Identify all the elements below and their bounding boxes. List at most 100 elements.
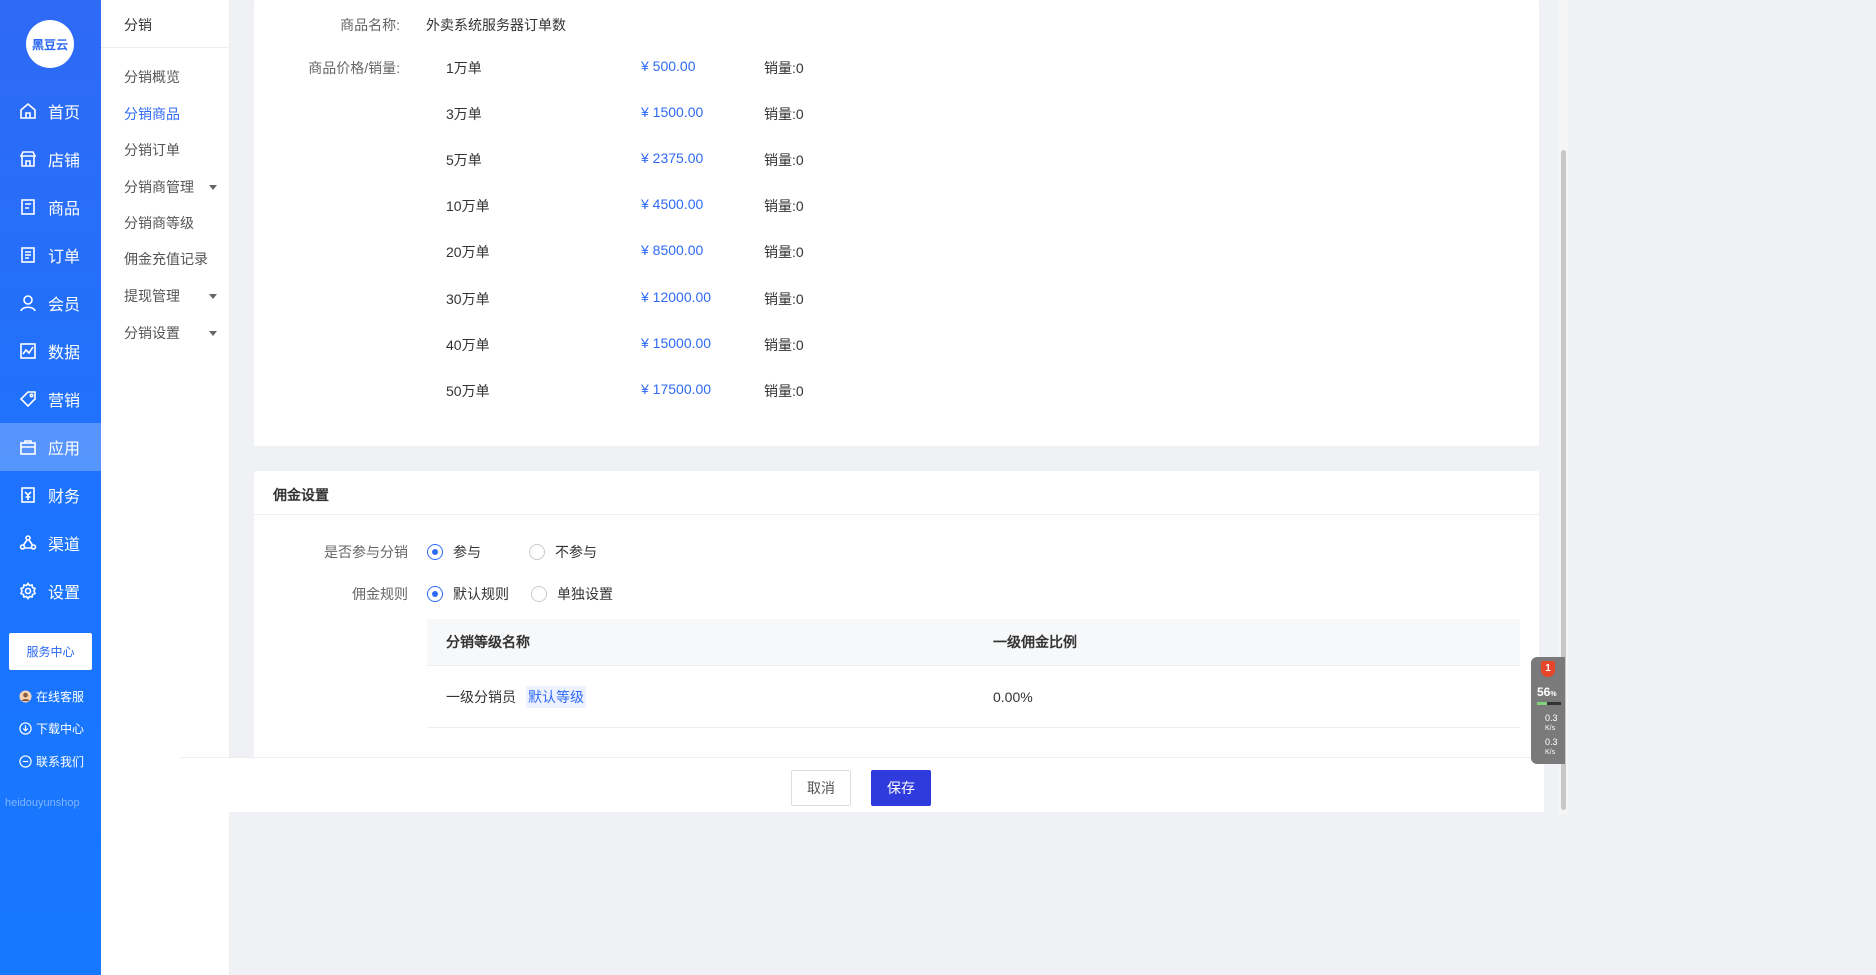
sku-price: ¥ 8500.00 — [641, 242, 704, 258]
radio-checked[interactable] — [427, 544, 443, 560]
save-button[interactable]: 保存 — [871, 770, 931, 806]
product-name-value: 外卖系统服务器订单数 — [426, 17, 566, 33]
nav-item-label: 会员 — [48, 297, 81, 314]
contact-icon — [18, 755, 32, 769]
sku-sales: 销量:0 — [764, 291, 804, 307]
nav-item-store[interactable]: 店铺 — [0, 135, 101, 183]
watermark: heidouyunshop — [5, 797, 80, 809]
nav-item-member[interactable]: 会员 — [0, 279, 101, 327]
nav-item-label: 营销 — [48, 393, 81, 410]
subnav-item-recharge-record[interactable]: 佣金充值记录 — [124, 249, 219, 269]
sku-name: 30万单 — [446, 291, 490, 307]
upload-speed: 0.3 K/s — [1545, 713, 1558, 733]
radio-unchecked[interactable] — [529, 544, 545, 560]
nav-item-order[interactable]: 订单 — [0, 231, 101, 279]
subnav-item-distributor-manage[interactable]: 分销商管理 — [124, 177, 219, 197]
goods-icon — [18, 197, 38, 217]
radio-unchecked[interactable] — [531, 586, 547, 602]
subnav-title: 分销 — [124, 17, 152, 33]
caret-down-icon — [209, 293, 217, 299]
app-icon — [18, 437, 38, 457]
network-speed-widget[interactable]: 1 56% 0.3 K/s 0.3 K/s — [1531, 657, 1565, 764]
member-icon — [18, 293, 38, 313]
sku-name: 3万单 — [446, 106, 482, 122]
download-center-label: 下载中心 — [36, 722, 85, 736]
subnav-item-distributor-level[interactable]: 分销商等级 — [124, 213, 219, 233]
sku-price: ¥ 15000.00 — [641, 335, 712, 351]
rule-option-default[interactable]: 默认规则 — [427, 584, 509, 604]
nav-item-marketing[interactable]: 营销 — [0, 375, 101, 423]
sku-price: ¥ 500.00 — [641, 58, 696, 74]
subnav-item-label: 提现管理 — [124, 288, 180, 304]
avatar-icon — [18, 690, 32, 704]
sku-name: 20万单 — [446, 244, 490, 260]
caret-down-icon — [209, 330, 217, 336]
contact-us-label: 联系我们 — [36, 755, 85, 769]
contact-us-link[interactable]: 联系我们 — [18, 753, 84, 770]
sku-name: 10万单 — [446, 198, 490, 214]
usage-bar — [1537, 702, 1561, 705]
subnav-item-products[interactable]: 分销商品 — [124, 104, 219, 124]
sku-sales: 销量:0 — [764, 198, 804, 214]
subnav-item-withdraw-manage[interactable]: 提现管理 — [124, 286, 219, 306]
online-service-link[interactable]: 在线客服 — [18, 688, 84, 705]
participate-label: 是否参与分销 — [324, 544, 408, 560]
primary-sidebar: 黑豆云 首页 店铺 商品 订单 会员 数据 营销 应用 财务 渠道 设置 服务中… — [0, 0, 101, 975]
sku-price: ¥ 17500.00 — [641, 381, 712, 397]
radio-label: 单独设置 — [557, 586, 613, 602]
shield-icon: 1 — [1541, 661, 1555, 677]
radio-label: 参与 — [453, 544, 481, 560]
secondary-sidebar: 分销 分销概览 分销商品 分销订单 分销商管理 分销商等级 佣金充值记录 提现管… — [101, 0, 230, 975]
rule-label: 佣金规则 — [352, 586, 408, 602]
cancel-button[interactable]: 取消 — [791, 770, 851, 806]
cpu-percent: 56% — [1537, 685, 1557, 699]
column-header: 一级佣金比例 — [993, 634, 1077, 650]
sku-price: ¥ 12000.00 — [641, 289, 712, 305]
sku-price: ¥ 2375.00 — [641, 150, 704, 166]
channel-icon — [18, 533, 38, 553]
sku-name: 50万单 — [446, 383, 490, 399]
participate-option-yes[interactable]: 参与 — [427, 542, 481, 562]
sku-price: ¥ 1500.00 — [641, 104, 704, 120]
section-title: 佣金设置 — [273, 487, 329, 503]
nav-item-label: 店铺 — [48, 153, 81, 170]
nav-item-home[interactable]: 首页 — [0, 87, 101, 135]
divider — [101, 47, 230, 48]
sku-sales: 销量:0 — [764, 60, 804, 76]
sku-sales: 销量:0 — [764, 337, 804, 353]
nav-item-label: 首页 — [48, 105, 81, 122]
nav-item-finance[interactable]: 财务 — [0, 471, 101, 519]
divider — [254, 514, 1539, 515]
table-header: 分销等级名称 一级佣金比例 — [427, 619, 1520, 666]
subnav-item-orders[interactable]: 分销订单 — [124, 140, 219, 160]
sku-sales: 销量:0 — [764, 383, 804, 399]
gear-icon — [18, 581, 38, 601]
nav-item-label: 财务 — [48, 489, 81, 506]
nav-item-label: 商品 — [48, 201, 81, 218]
nav-item-channel[interactable]: 渠道 — [0, 519, 101, 567]
service-center-button[interactable]: 服务中心 — [9, 633, 92, 670]
nav-item-label: 订单 — [48, 249, 81, 266]
nav-item-app[interactable]: 应用 — [0, 423, 101, 471]
subnav-item-overview[interactable]: 分销概览 — [124, 67, 219, 87]
nav-item-label: 渠道 — [48, 537, 81, 554]
level-name: 一级分销员 — [446, 688, 516, 705]
finance-icon — [18, 485, 38, 505]
rule-option-custom[interactable]: 单独设置 — [531, 584, 613, 604]
subnav-item-label: 佣金充值记录 — [124, 251, 208, 267]
participate-radio-group: 参与 不参与 — [427, 542, 617, 562]
subnav-item-settings[interactable]: 分销设置 — [124, 323, 219, 343]
column-header: 分销等级名称 — [446, 634, 530, 650]
radio-checked[interactable] — [427, 586, 443, 602]
participate-option-no[interactable]: 不参与 — [529, 542, 597, 562]
nav-item-data[interactable]: 数据 — [0, 327, 101, 375]
nav-item-label: 设置 — [48, 585, 81, 602]
sku-name: 40万单 — [446, 337, 490, 353]
nav-item-goods[interactable]: 商品 — [0, 183, 101, 231]
online-service-label: 在线客服 — [36, 690, 85, 704]
download-center-link[interactable]: 下载中心 — [18, 720, 84, 737]
nav-item-settings[interactable]: 设置 — [0, 567, 101, 615]
radio-label: 不参与 — [555, 544, 597, 560]
subnav-item-label: 分销商品 — [124, 106, 180, 122]
sku-sales: 销量:0 — [764, 244, 804, 260]
